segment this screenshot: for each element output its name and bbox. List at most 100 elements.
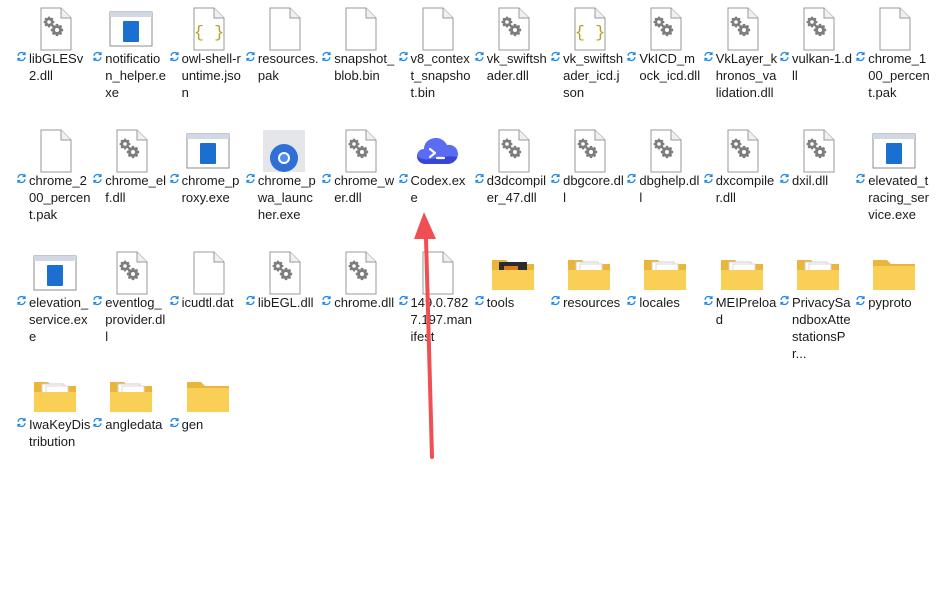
file-item[interactable]: MEIPreload <box>700 244 776 362</box>
file-label: resources.pak <box>257 51 319 83</box>
file-item[interactable]: dbgcore.dll <box>547 122 624 240</box>
dll-gear-icon <box>261 250 307 296</box>
file-label: gen <box>181 417 204 432</box>
dll-gear-icon <box>642 6 688 52</box>
sync-icon <box>169 295 180 306</box>
file-item[interactable]: chrome_elf.dll <box>89 122 166 240</box>
file-item[interactable]: libEGL.dll <box>242 244 318 362</box>
exe-window-icon <box>32 250 78 296</box>
sync-icon <box>855 173 866 184</box>
file-label: PrivacySandboxAttestationsPr... <box>792 295 851 361</box>
file-item[interactable]: dxcompiler.dll <box>700 122 776 240</box>
file-item[interactable]: VkICD_mock_icd.dll <box>623 0 700 118</box>
file-label: snapshot_blob.bin <box>334 51 395 83</box>
sync-icon <box>92 417 103 428</box>
dll-gear-icon <box>490 6 536 52</box>
file-label: tools <box>486 295 515 310</box>
file-label: angledata <box>105 417 163 432</box>
file-item[interactable]: chrome_pwa_launcher.exe <box>242 122 318 240</box>
file-item[interactable]: icudtl.dat <box>166 244 242 362</box>
dll-gear-icon <box>642 128 688 174</box>
file-item[interactable]: chrome_proxy.exe <box>166 122 242 240</box>
file-item[interactable]: { } vk_swiftshader_icd.json <box>547 0 623 118</box>
folder-tools-icon <box>490 250 536 296</box>
blank-file-icon <box>414 250 460 296</box>
dll-gear-icon <box>337 250 383 296</box>
sync-icon <box>245 51 256 62</box>
file-item[interactable]: libGLESv2.dll <box>13 0 89 118</box>
sync-icon <box>169 51 180 62</box>
sync-icon <box>703 173 714 184</box>
dll-gear-icon <box>719 6 765 52</box>
blank-file-icon <box>185 250 231 296</box>
file-item[interactable]: chrome_100_percent.pak <box>852 0 930 118</box>
blank-file-icon <box>337 6 383 52</box>
sync-icon <box>321 173 332 184</box>
file-item[interactable]: PrivacySandboxAttestationsPr... <box>776 244 852 362</box>
file-item[interactable]: Codex.exe <box>395 122 471 240</box>
folder-docs-icon <box>719 250 765 296</box>
file-label: chrome_wer.dll <box>334 173 395 205</box>
file-item[interactable]: dbghelp.dll <box>623 122 699 240</box>
file-item[interactable]: elevated_tracing_service.exe <box>852 122 929 240</box>
file-label: dxil.dll <box>792 173 829 188</box>
file-item[interactable]: v8_context_snapshot.bin <box>395 0 471 118</box>
file-item[interactable]: { } owl-shell-runtime.json <box>166 0 242 118</box>
file-label: dxcompiler.dll <box>715 173 775 205</box>
file-label: owl-shell-runtime.json <box>181 51 241 100</box>
file-label: IwaKeyDistribution <box>29 417 91 449</box>
file-item[interactable]: VkLayer_khronos_validation.dll <box>700 0 777 118</box>
sync-icon <box>321 51 332 62</box>
file-item[interactable]: resources.pak <box>242 0 319 118</box>
blank-file-icon <box>261 6 307 52</box>
file-item[interactable]: chrome_200_percent.pak <box>13 122 90 240</box>
file-item[interactable]: tools <box>471 244 547 362</box>
file-label: icudtl.dat <box>181 295 234 310</box>
file-item[interactable]: vulkan-1.dll <box>776 0 852 118</box>
sync-icon <box>703 295 714 306</box>
file-label: 149.0.7827.197.manifest <box>410 295 472 344</box>
file-item[interactable]: snapshot_blob.bin <box>318 0 394 118</box>
folder-docs-icon <box>108 372 154 418</box>
sync-icon <box>779 51 790 62</box>
sync-icon <box>398 295 409 306</box>
sync-icon <box>855 51 866 62</box>
blank-file-icon <box>871 6 917 52</box>
file-item[interactable]: angledata <box>89 366 165 484</box>
file-item[interactable]: vk_swiftshader.dll <box>471 0 547 118</box>
dll-gear-icon <box>719 128 765 174</box>
sync-icon <box>16 173 27 184</box>
file-item[interactable]: pyproto <box>852 244 928 362</box>
chrome-launcher-icon <box>261 128 307 174</box>
file-item[interactable]: locales <box>623 244 699 362</box>
file-item[interactable]: resources <box>547 244 623 362</box>
sync-icon <box>245 295 256 306</box>
sync-icon <box>550 51 561 62</box>
file-label: dbgcore.dll <box>563 173 624 205</box>
file-item[interactable]: chrome.dll <box>318 244 394 362</box>
file-item[interactable]: IwaKeyDistribution <box>13 366 91 484</box>
codex-cloud-icon <box>414 128 460 174</box>
dll-gear-icon <box>108 128 154 174</box>
file-item[interactable]: chrome_wer.dll <box>318 122 394 240</box>
file-label: chrome_elf.dll <box>105 173 166 205</box>
file-grid: libGLESv2.dll notification_helper.exe { } o… <box>0 0 943 595</box>
svg-text:{ }: { } <box>575 24 606 43</box>
sync-icon <box>92 51 103 62</box>
file-label: notification_helper.exe <box>105 51 167 100</box>
sync-icon <box>474 173 485 184</box>
file-item[interactable]: elevation_service.exe <box>13 244 89 362</box>
folder-empty-icon <box>185 372 231 418</box>
sync-icon <box>550 173 561 184</box>
file-item[interactable]: notification_helper.exe <box>89 0 167 118</box>
exe-window-icon <box>185 128 231 174</box>
sync-icon <box>474 51 485 62</box>
sync-icon <box>855 295 866 306</box>
file-item[interactable]: d3dcompiler_47.dll <box>471 122 547 240</box>
file-item[interactable]: dxil.dll <box>776 122 852 240</box>
sync-icon <box>245 173 256 184</box>
file-item[interactable]: gen <box>166 366 242 484</box>
file-item[interactable]: eventlog_provider.dll <box>89 244 165 362</box>
file-item[interactable]: 149.0.7827.197.manifest <box>395 244 472 362</box>
sync-icon <box>92 295 103 306</box>
